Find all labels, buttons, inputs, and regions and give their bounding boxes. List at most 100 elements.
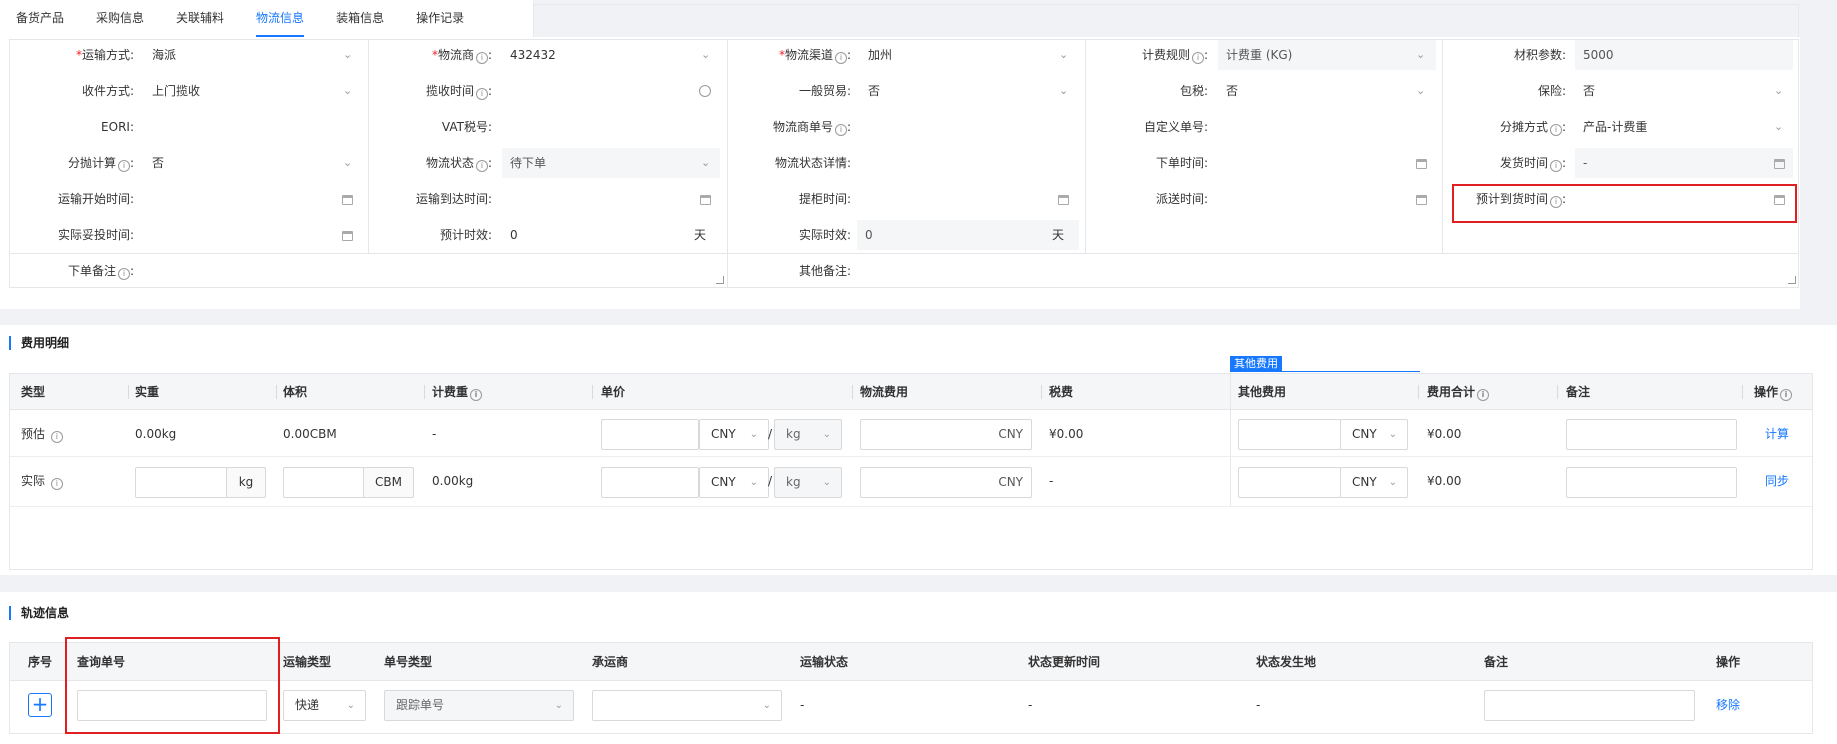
fee-row-charge-weight: 0.00kg [432, 474, 474, 488]
info-icon: i [1549, 196, 1562, 208]
other-fee-input[interactable] [1238, 419, 1341, 450]
arrival-time-picker[interactable] [502, 181, 702, 217]
tab-logistics-info[interactable]: 物流信息 [240, 0, 320, 37]
chevron-down-icon: ⌄ [1416, 84, 1426, 97]
fee-row-total: ¥0.00 [1427, 427, 1462, 441]
column-divider [1085, 39, 1086, 254]
header-separator [1742, 385, 1743, 399]
track-header-action: 操作 [1716, 655, 1741, 669]
row-divider [10, 456, 1812, 457]
eori-label: EORI: [101, 120, 134, 134]
info-icon: i [1477, 389, 1490, 401]
calendar-icon [700, 195, 711, 205]
vat-number-input[interactable] [502, 109, 712, 145]
custom-number-input[interactable] [1218, 109, 1428, 145]
fee-row-weight: 0.00kg [135, 427, 177, 441]
fee-remark-input[interactable] [1566, 467, 1737, 498]
actual-delivery-time-label: 实际妥投时间: [57, 228, 134, 242]
transport-start-time-picker[interactable] [144, 181, 344, 217]
actual-time-unit: 天 [1052, 228, 1065, 242]
order-time-picker[interactable] [1218, 145, 1418, 181]
eori-input[interactable] [144, 109, 354, 145]
info-icon: i [50, 478, 63, 490]
resize-icon[interactable] [1788, 276, 1796, 284]
sync-link[interactable]: 同步 [1765, 458, 1789, 504]
resize-icon[interactable] [716, 276, 724, 284]
allocation-method-select[interactable]: 产品-计费重 [1575, 109, 1775, 145]
transport-method-select[interactable]: 海派 [144, 37, 344, 73]
est-time-input[interactable]: 0 [502, 217, 682, 253]
info-icon: i [1549, 124, 1562, 136]
pickup-method-select[interactable]: 上门揽收 [144, 73, 344, 109]
info-icon: i [470, 389, 483, 401]
chevron-down-icon: ⌄ [701, 156, 711, 169]
other-remark-textarea[interactable] [860, 253, 1780, 289]
plus-icon[interactable]: + [28, 693, 52, 717]
other-fee-tag: 其他费用 [1230, 356, 1282, 371]
carrier-number-input[interactable] [860, 109, 1070, 145]
track-remark-input[interactable] [1484, 690, 1695, 721]
tab-operation-log[interactable]: 操作记录 [400, 0, 480, 37]
carrier-number-label: 物流商单号 i: [772, 120, 851, 136]
unit-price-input[interactable] [601, 467, 699, 498]
row-divider [10, 506, 1812, 507]
general-trade-select[interactable]: 否 [860, 73, 1060, 109]
chevron-down-icon: ⌄ [343, 48, 353, 61]
split-calc-label: 分抛计算 i: [67, 156, 134, 172]
tab-purchase-info[interactable]: 采购信息 [80, 0, 160, 37]
other-fee-input[interactable] [1238, 467, 1341, 498]
header-separator [276, 385, 277, 399]
fee-row-volume: 0.00CBM [283, 427, 337, 441]
calendar-icon [1774, 195, 1785, 205]
calendar-icon [1774, 159, 1785, 169]
order-remark-textarea[interactable] [144, 253, 714, 289]
est-arrival-time-picker[interactable] [1575, 181, 1775, 217]
chevron-down-icon: ⌄ [343, 84, 353, 97]
price-currency-select[interactable]: CNY ⌄ [699, 467, 769, 498]
ship-time-label: 发货时间 i: [1499, 156, 1566, 172]
dispatch-time-picker[interactable] [1218, 181, 1418, 217]
tab-related-materials[interactable]: 关联辅料 [160, 0, 240, 37]
per-separator: / [768, 474, 773, 488]
fee-remark-input[interactable] [1566, 419, 1737, 450]
other-fee-currency-select[interactable]: CNY ⌄ [1340, 467, 1408, 498]
vat-number-label: VAT税号: [441, 120, 492, 134]
pickup-time-picker[interactable] [502, 73, 702, 109]
clock-icon [699, 85, 711, 97]
channel-select[interactable]: 加州 [860, 37, 1060, 73]
chevron-down-icon: ⌄ [701, 48, 711, 61]
unit-price-input[interactable] [601, 419, 699, 450]
remove-link[interactable]: 移除 [1716, 682, 1740, 728]
chevron-down-icon: ⌄ [1388, 477, 1397, 488]
info-icon: i [117, 160, 130, 172]
chevron-down-icon: ⌄ [822, 429, 831, 440]
price-unit-select: kg ⌄ [774, 419, 842, 450]
price-currency-select[interactable]: CNY ⌄ [699, 419, 769, 450]
carrier-select[interactable]: 432432 [502, 37, 702, 73]
logistics-fee-input[interactable]: CNY [860, 419, 1032, 450]
query-number-input[interactable] [77, 690, 267, 721]
fee-header-other-fee: 其他费用 [1238, 385, 1287, 399]
fee-row-type: 预估 i [21, 411, 63, 457]
track-carrier-select[interactable]: ⌄ [592, 690, 782, 721]
header-separator [592, 385, 593, 399]
container-pickup-time-picker[interactable] [860, 181, 1060, 217]
other-fee-group-divider [1230, 374, 1231, 507]
tab-stock-products[interactable]: 备货产品 [0, 0, 80, 37]
chevron-down-icon: ⌄ [749, 477, 758, 488]
info-icon: i [475, 52, 488, 64]
tax-included-select[interactable]: 否 [1218, 73, 1418, 109]
other-fee-currency-select[interactable]: CNY ⌄ [1340, 419, 1408, 450]
logistics-fee-input[interactable]: CNY [860, 467, 1032, 498]
split-calc-select[interactable]: 否 [144, 145, 344, 181]
info-icon: i [834, 124, 847, 136]
actual-delivery-time-picker[interactable] [144, 217, 344, 253]
transport-type-select[interactable]: 快递 ⌄ [283, 690, 366, 721]
info-icon: i [475, 160, 488, 172]
tab-packing-info[interactable]: 装箱信息 [320, 0, 400, 37]
calculate-link[interactable]: 计算 [1765, 411, 1789, 457]
insurance-select[interactable]: 否 [1575, 73, 1775, 109]
logistics-status-label: 物流状态 i: [425, 156, 492, 172]
track-header-number-type: 单号类型 [384, 655, 433, 669]
track-header-location: 状态发生地 [1256, 655, 1317, 669]
